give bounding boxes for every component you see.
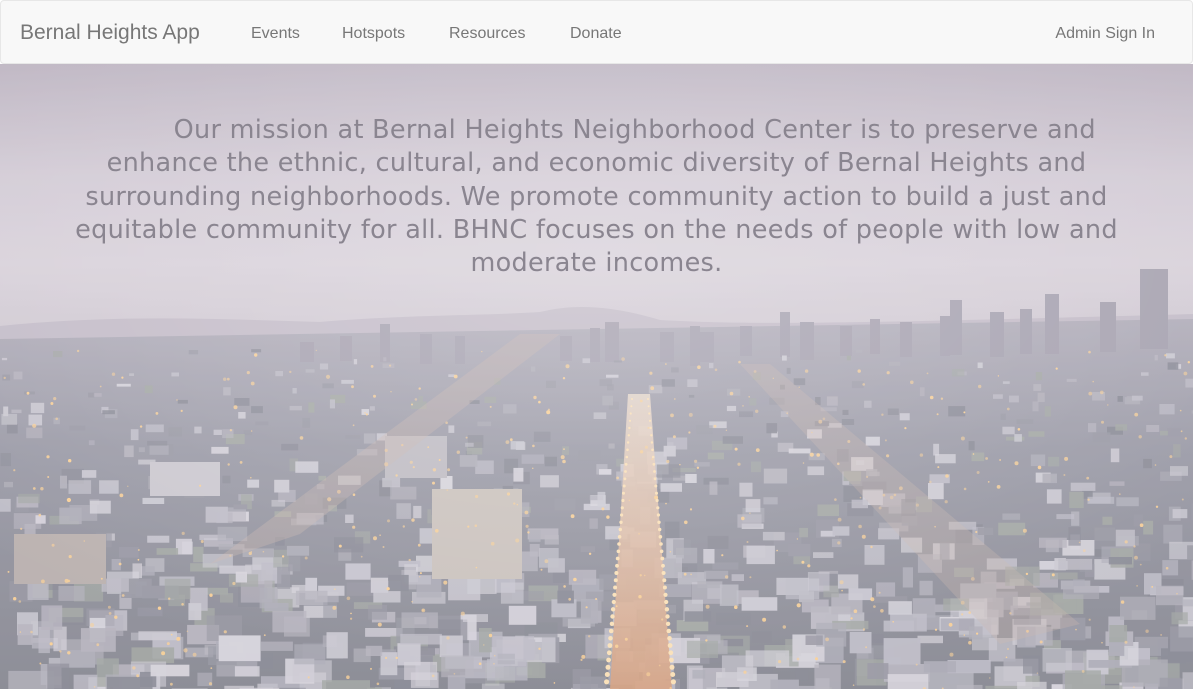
nav-link-hotspots[interactable]: Hotspots (342, 24, 405, 44)
admin-sign-in-link[interactable]: Admin Sign In (1055, 24, 1155, 44)
nav-link-resources[interactable]: Resources (449, 24, 525, 44)
brand-link[interactable]: Bernal Heights App (20, 20, 200, 46)
nav-link-donate[interactable]: Donate (570, 24, 622, 44)
hero-section: Our mission at Bernal Heights Neighborho… (0, 64, 1193, 689)
nav-link-events[interactable]: Events (251, 24, 300, 44)
top-navbar: Bernal Heights App Events Hotspots Resou… (0, 0, 1193, 64)
mission-statement: Our mission at Bernal Heights Neighborho… (75, 115, 1118, 279)
